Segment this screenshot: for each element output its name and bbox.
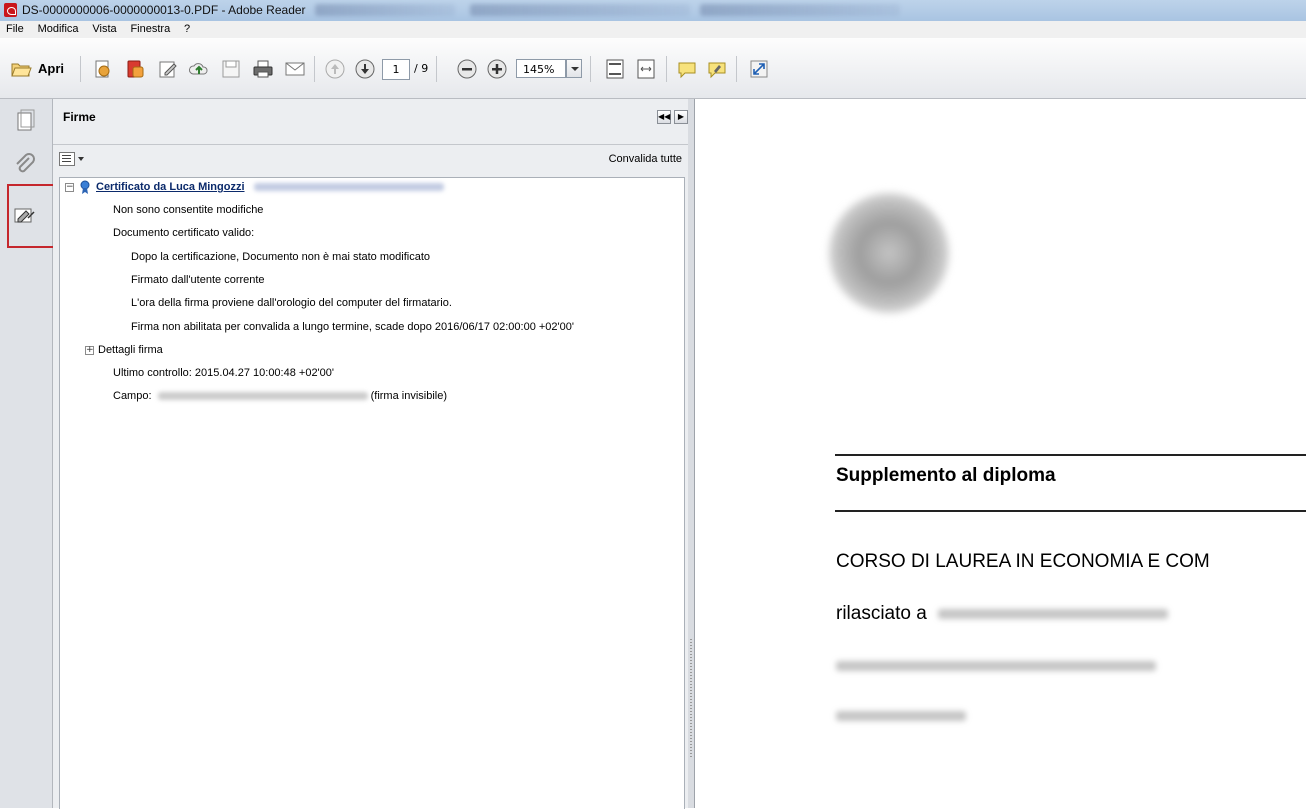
collapse-panel-icon[interactable]: ◀◀ bbox=[657, 110, 671, 124]
attachments-icon[interactable] bbox=[12, 152, 38, 178]
course-name: CORSO DI LAUREA IN ECONOMIA E COM bbox=[836, 551, 1210, 572]
toolbar-separator bbox=[736, 56, 737, 82]
redacted-birthdate-line bbox=[836, 705, 966, 727]
signatures-panel: Firme ◀◀ ▶ Convalida tutte − Certificato… bbox=[53, 99, 695, 809]
field-suffix: (firma invisibile) bbox=[370, 390, 447, 402]
print-icon[interactable] bbox=[252, 58, 274, 80]
signatures-panel-header: Firme ◀◀ ▶ bbox=[53, 99, 694, 145]
panel-menu-icon[interactable]: ▶ bbox=[674, 110, 688, 124]
adobe-reader-icon bbox=[4, 3, 17, 17]
page-thumbnails-icon[interactable] bbox=[12, 109, 38, 135]
expand-details-icon[interactable]: + bbox=[85, 346, 94, 355]
heading-rule-bottom bbox=[835, 510, 1306, 512]
sign-document-icon[interactable] bbox=[157, 58, 179, 80]
open-folder-icon[interactable] bbox=[10, 58, 32, 80]
splitter-grip[interactable] bbox=[690, 639, 692, 759]
toolbar-separator bbox=[666, 56, 667, 82]
tree-line-signature-details[interactable]: Dettagli firma bbox=[98, 344, 163, 356]
zoom-dropdown-button[interactable] bbox=[566, 59, 582, 78]
panel-splitter[interactable] bbox=[688, 99, 694, 808]
menu-vista[interactable]: Vista bbox=[88, 21, 120, 38]
window-titlebar: DS-0000000006-0000000013-0.PDF - Adobe R… bbox=[0, 0, 1306, 22]
heading-rule-top bbox=[835, 454, 1306, 456]
certificate-entry[interactable]: Certificato da Luca Mingozzi bbox=[96, 181, 444, 193]
toolbar-separator bbox=[314, 56, 315, 82]
menu-help[interactable]: ? bbox=[180, 21, 194, 38]
menu-bar: File Modifica Vista Finestra ? bbox=[0, 21, 1306, 39]
export-pdf-icon[interactable] bbox=[124, 58, 146, 80]
tree-line-last-check: Ultimo controllo: 2015.04.27 10:00:48 +0… bbox=[113, 367, 334, 379]
fit-width-icon[interactable] bbox=[635, 58, 657, 80]
save-icon[interactable] bbox=[220, 58, 242, 80]
redacted-field-name bbox=[157, 392, 368, 401]
main-toolbar: Apri 1 / 9 145% bbox=[0, 38, 1306, 99]
signatures-panel-title: Firme bbox=[63, 110, 96, 124]
redacted-email bbox=[253, 183, 444, 192]
blurred-tab-2 bbox=[470, 4, 690, 16]
redacted-birthplace-line bbox=[836, 655, 1156, 677]
document-view[interactable]: Supplemento al diploma CORSO DI LAUREA I… bbox=[695, 99, 1306, 808]
toolbar-separator bbox=[436, 56, 437, 82]
menu-file[interactable]: File bbox=[2, 21, 28, 38]
email-icon[interactable] bbox=[284, 58, 306, 80]
university-seal-image bbox=[829, 193, 949, 313]
zoom-out-icon[interactable] bbox=[456, 58, 478, 80]
validate-all-button[interactable]: Convalida tutte bbox=[609, 153, 682, 165]
chevron-down-icon[interactable] bbox=[78, 157, 84, 164]
signature-tree: − Certificato da Luca Mingozzi Non sono … bbox=[59, 177, 685, 809]
certificate-ribbon-icon bbox=[80, 180, 90, 194]
collapse-certificate-icon[interactable]: − bbox=[65, 183, 74, 192]
tree-line-ltv-expiry: Firma non abilitata per convalida a lung… bbox=[131, 321, 574, 333]
tree-line-signed-by-current-user: Firmato dall'utente corrente bbox=[131, 274, 265, 286]
redacted-recipient-name bbox=[938, 608, 1169, 619]
redacted-birthplace bbox=[836, 660, 1156, 671]
toolbar-separator bbox=[80, 56, 81, 82]
tree-line-field: Campo: (firma invisibile) bbox=[113, 390, 447, 402]
tree-line-not-modified: Dopo la certificazione, Documento non è … bbox=[131, 251, 430, 263]
issued-to-label: rilasciato a bbox=[836, 603, 927, 624]
menu-modifica[interactable]: Modifica bbox=[34, 21, 83, 38]
open-button[interactable]: Apri bbox=[38, 61, 64, 76]
page-total: / 9 bbox=[414, 62, 429, 75]
highlight-text-icon[interactable] bbox=[706, 58, 728, 80]
toolbar-separator bbox=[590, 56, 591, 82]
blurred-tab-1 bbox=[315, 4, 455, 16]
tree-line-time-source: L'ora della firma proviene dall'orologio… bbox=[131, 297, 452, 309]
signature-options-button[interactable] bbox=[59, 152, 75, 166]
window-title: DS-0000000006-0000000013-0.PDF - Adobe R… bbox=[22, 3, 306, 17]
fit-page-icon[interactable] bbox=[604, 58, 626, 80]
full-screen-icon[interactable] bbox=[748, 58, 770, 80]
field-label: Campo: bbox=[113, 390, 152, 402]
certificate-title[interactable]: Certificato da Luca Mingozzi bbox=[96, 181, 245, 193]
sticky-note-icon[interactable] bbox=[676, 58, 698, 80]
tree-line-no-changes: Non sono consentite modifiche bbox=[113, 204, 264, 216]
zoom-in-icon[interactable] bbox=[486, 58, 508, 80]
blurred-tab-3 bbox=[700, 4, 900, 16]
previous-page-icon[interactable] bbox=[324, 58, 346, 80]
cloud-upload-icon[interactable] bbox=[188, 58, 210, 80]
document-heading: Supplemento al diploma bbox=[836, 465, 1056, 486]
next-page-icon[interactable] bbox=[354, 58, 376, 80]
menu-finestra[interactable]: Finestra bbox=[126, 21, 174, 38]
page-number-input[interactable]: 1 bbox=[382, 59, 410, 80]
zoom-level-input[interactable]: 145% bbox=[516, 59, 566, 78]
redacted-birthdate bbox=[836, 710, 966, 721]
issued-to-line: rilasciato a bbox=[836, 603, 1169, 625]
tree-line-certified-valid: Documento certificato valido: bbox=[113, 227, 255, 239]
create-pdf-icon[interactable] bbox=[92, 58, 114, 80]
